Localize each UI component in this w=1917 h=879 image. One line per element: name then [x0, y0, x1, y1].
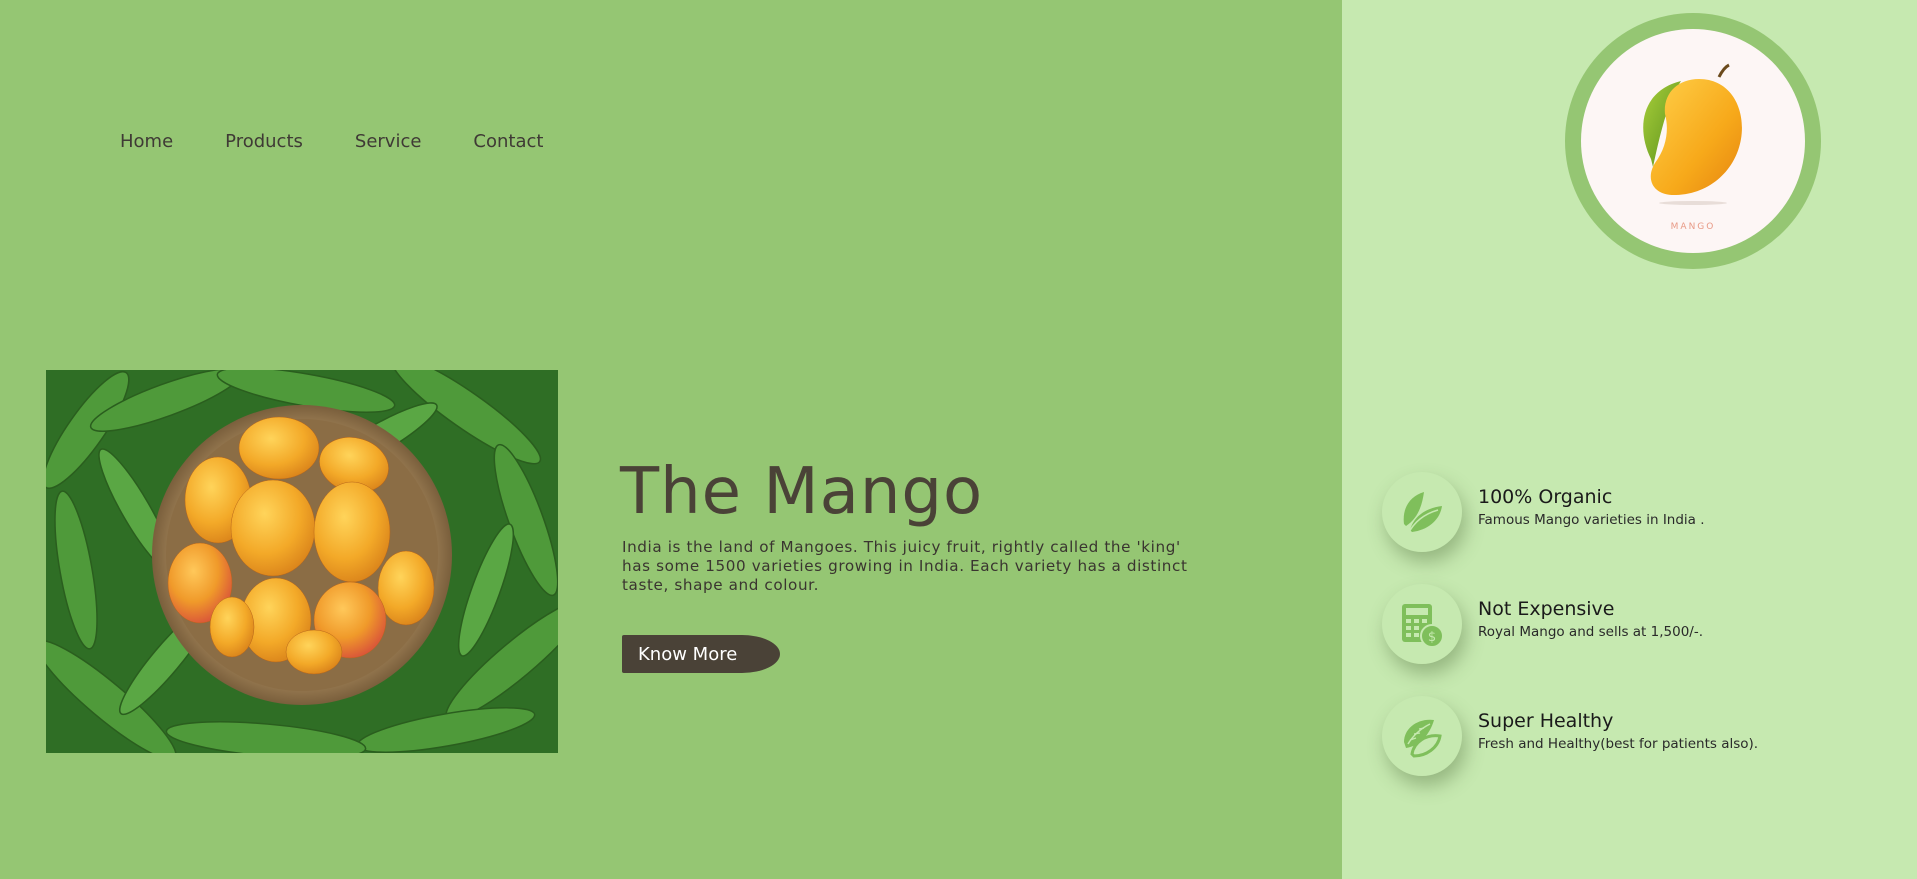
nav-products-link[interactable]: Products — [225, 128, 303, 156]
feature-description: Famous Mango varieties in India . — [1478, 512, 1705, 528]
leaf-icon — [1382, 472, 1462, 552]
feature-description: Royal Mango and sells at 1,500/-. — [1478, 624, 1704, 640]
hero-image — [46, 370, 558, 753]
feature-healthy: Super Healthy Fresh and Healthy(best for… — [1382, 696, 1902, 780]
main-nav: Home Products Service Contact — [120, 128, 595, 156]
hero-title: The Mango — [620, 455, 984, 529]
nav-home-link[interactable]: Home — [120, 128, 173, 156]
feature-organic: 100% Organic Famous Mango varieties in I… — [1382, 472, 1902, 556]
know-more-button[interactable]: Know More — [622, 635, 780, 673]
mango-icon — [1643, 63, 1742, 205]
svg-text:$: $ — [1428, 630, 1436, 645]
logo[interactable]: MANGO — [1565, 13, 1821, 269]
feature-title: Not Expensive — [1478, 598, 1615, 620]
nav-service-link[interactable]: Service — [355, 128, 422, 156]
calculator-money-icon: $ — [1382, 584, 1462, 664]
logo-inner: MANGO — [1581, 29, 1805, 253]
mango-basket-image — [46, 370, 558, 753]
healthy-seeds-icon — [1382, 696, 1462, 776]
feature-expensive: $ Not Expensive Royal Mango and sells at… — [1382, 584, 1902, 668]
hero-description: India is the land of Mangoes. This juicy… — [622, 538, 1188, 594]
feature-title: 100% Organic — [1478, 486, 1613, 508]
feature-description: Fresh and Healthy(best for patients also… — [1478, 736, 1759, 752]
feature-title: Super Healthy — [1478, 710, 1614, 732]
nav-contact-link[interactable]: Contact — [473, 128, 543, 156]
logo-text: MANGO — [1670, 222, 1716, 232]
